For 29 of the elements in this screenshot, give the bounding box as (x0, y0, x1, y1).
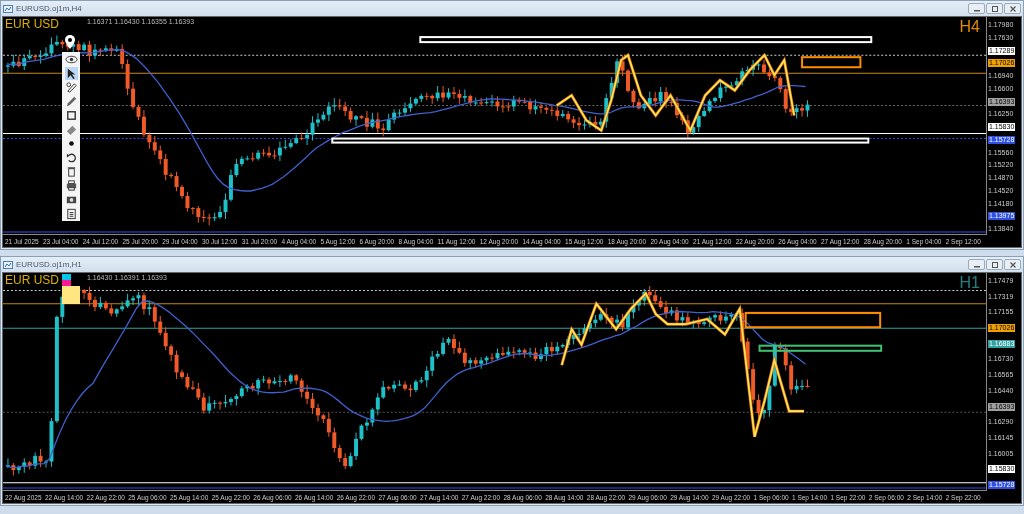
chart-window-icon (3, 259, 13, 270)
maximize-button[interactable] (986, 3, 1003, 14)
undo-icon[interactable] (64, 151, 78, 164)
maximize-icon (989, 4, 1000, 13)
rectangle-object (801, 56, 862, 69)
printer-icon[interactable] (64, 179, 78, 192)
clipboard-icon[interactable] (64, 207, 78, 220)
symbol-label: EUR USD (5, 17, 59, 31)
pencil-icon[interactable] (64, 95, 78, 108)
pen-icon[interactable] (64, 81, 78, 94)
square-icon[interactable] (64, 109, 78, 122)
symbol-label: EUR USD (5, 273, 59, 287)
minimize-button[interactable] (968, 3, 985, 14)
eye-icon[interactable] (64, 53, 78, 66)
timeframe-label: H4 (959, 18, 980, 36)
pin-icon[interactable] (64, 34, 76, 50)
close-button[interactable] (1004, 259, 1021, 270)
chart-window-icon (3, 3, 13, 14)
close-button[interactable] (1004, 3, 1021, 14)
cursor-icon[interactable] (64, 67, 78, 80)
window-title: EURUSD.oj1m,H4 (16, 4, 82, 13)
maximize-icon (989, 260, 1000, 269)
window-title: EURUSD.oj1m,H1 (16, 260, 82, 269)
maximize-button[interactable] (986, 259, 1003, 270)
minimize-button[interactable] (968, 259, 985, 270)
color-palette-icon[interactable] (62, 274, 80, 304)
close-icon (1007, 4, 1018, 13)
timeframe-label: H1 (959, 274, 980, 292)
close-icon (1007, 260, 1018, 269)
